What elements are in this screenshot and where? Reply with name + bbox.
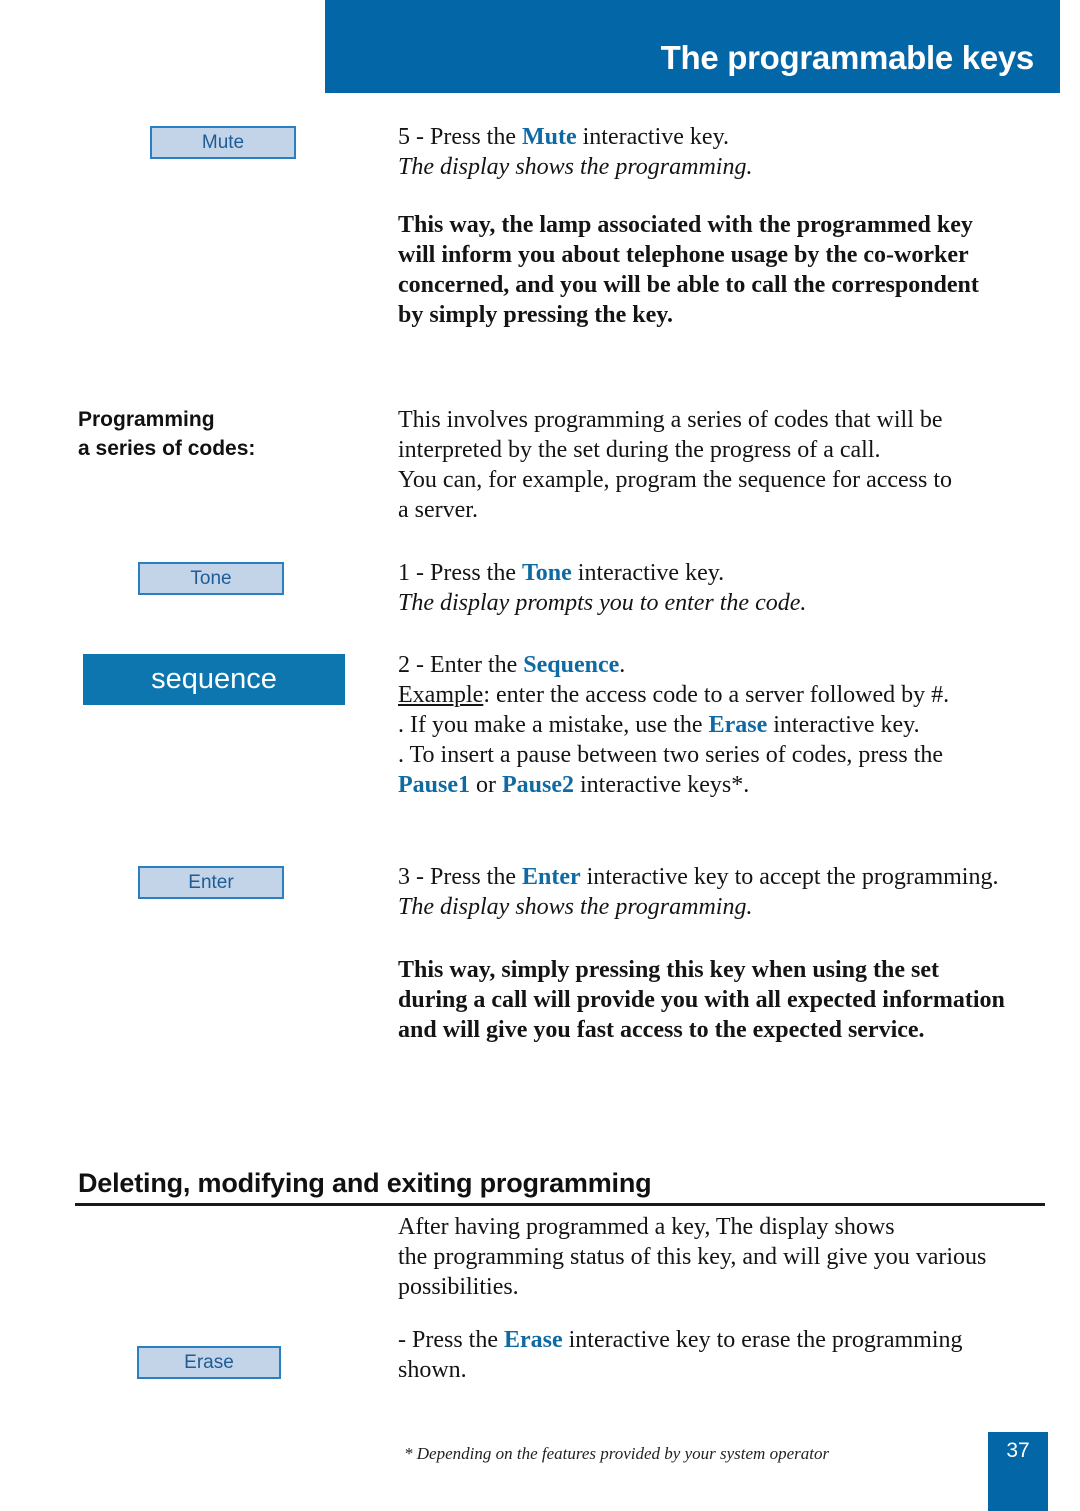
header-band: The programmable keys	[325, 0, 1060, 93]
thisway-2-line-1: This way, simply pressing this key when …	[398, 957, 940, 983]
programming-section-label: Programming a series of codes:	[78, 405, 255, 463]
step-2-block: 2 - Enter the Sequence. Example: enter t…	[398, 650, 1053, 800]
step-2-pause2-key-name: Pause2	[502, 772, 574, 798]
step-5-block: 5 - Press the Mute interactive key. The …	[398, 122, 1053, 182]
step-1-block: 1 - Press the Tone interactive key. The …	[398, 558, 1053, 618]
step-2-mistake-post: interactive key.	[767, 712, 920, 738]
erase-step-block: - Press the Erase interactive key to era…	[398, 1325, 1053, 1385]
step-3-line-1: 3 - Press the Enter interactive key to a…	[398, 862, 1053, 892]
step-2-mistake-pre: . If you make a mistake, use the	[398, 712, 709, 738]
step-2-pause-conjunction: or	[470, 772, 502, 798]
erase-step-text-pre: - Press the	[398, 1327, 504, 1353]
step-1-text-pre: 1 - Press the	[398, 560, 522, 586]
sequence-display-box: sequence	[77, 654, 345, 705]
step-5-display-note: The display shows the programming.	[398, 154, 753, 180]
intro-block: This involves programming a series of co…	[398, 405, 1053, 525]
step-2-line-1: 2 - Enter the Sequence.	[398, 650, 1053, 680]
step-3-text-post: interactive key to accept the programmin…	[580, 864, 999, 890]
erase-step-key-name: Erase	[503, 1327, 563, 1353]
step-3-text-pre: 3 - Press the	[398, 864, 522, 890]
thisway-2-line-3: and will give you fast access to the exp…	[398, 1017, 925, 1043]
thisway-1-line-2: will inform you about telephone usage by…	[398, 242, 969, 268]
step-5-key-name: Mute	[521, 124, 577, 150]
intro-line-3: You can, for example, program the sequen…	[398, 467, 953, 493]
erase-step-line-1: - Press the Erase interactive key to era…	[398, 1325, 1053, 1355]
step-2-key-name: Sequence	[523, 652, 620, 678]
page-title: The programmable keys	[660, 39, 1035, 76]
step-2-line-3: . If you make a mistake, use the Erase i…	[398, 710, 1053, 740]
thisway-1-line-1: This way, the lamp associated with the p…	[398, 212, 973, 238]
after-line-3: possibilities.	[398, 1274, 519, 1300]
step-2-text-post: .	[619, 652, 626, 678]
step-2-erase-key-name: Erase	[708, 712, 768, 738]
section-divider	[75, 1203, 1045, 1206]
programming-label-line-1: Programming	[78, 408, 215, 431]
deleting-section-heading: Deleting, modifying and exiting programm…	[78, 1168, 652, 1198]
step-1-key-name: Tone	[521, 560, 572, 586]
intro-line-1: This involves programming a series of co…	[398, 407, 943, 433]
thisway-note-1: This way, the lamp associated with the p…	[398, 210, 1053, 330]
enter-key-button[interactable]: Enter	[138, 866, 284, 899]
after-programming-block: After having programmed a key, The displ…	[398, 1212, 1053, 1302]
intro-line-4: a server.	[398, 497, 478, 523]
intro-line-2: interpreted by the set during the progre…	[398, 437, 881, 463]
after-line-2: the programming status of this key, and …	[398, 1244, 987, 1270]
erase-step-text-post: interactive key to erase the programming	[562, 1327, 963, 1353]
step-3-key-name: Enter	[521, 864, 581, 890]
step-2-line-4: . To insert a pause between two series o…	[398, 742, 944, 768]
step-5-text-pre: 5 - Press the	[398, 124, 522, 150]
programming-label-line-2: a series of codes:	[78, 437, 256, 460]
step-2-text-pre: 2 - Enter the	[398, 652, 524, 678]
step-2-example-text: : enter the access code to a server foll…	[483, 682, 950, 708]
step-2-line-2: Example: enter the access code to a serv…	[398, 680, 1053, 710]
step-5-line-1: 5 - Press the Mute interactive key.	[398, 122, 1053, 152]
thisway-note-2: This way, simply pressing this key when …	[398, 955, 1053, 1045]
after-line-1: After having programmed a key, The displ…	[398, 1214, 895, 1240]
thisway-1-line-4: by simply pressing the key.	[398, 302, 673, 328]
tone-key-button[interactable]: Tone	[138, 562, 284, 595]
erase-step-line-2: shown.	[398, 1357, 467, 1383]
footnote: * Depending on the features provided by …	[404, 1444, 830, 1463]
step-1-text-post: interactive key.	[571, 560, 725, 586]
erase-key-button[interactable]: Erase	[137, 1346, 281, 1379]
step-2-pause-post: interactive keys*.	[574, 772, 750, 798]
step-3-block: 3 - Press the Enter interactive key to a…	[398, 862, 1053, 922]
step-1-display-note: The display prompts you to enter the cod…	[398, 590, 807, 616]
step-2-example-label: Example	[398, 682, 484, 708]
page-number-badge: 37	[988, 1432, 1048, 1511]
step-1-line-1: 1 - Press the Tone interactive key.	[398, 558, 1053, 588]
step-5-text-post: interactive key.	[576, 124, 730, 150]
step-3-display-note: The display shows the programming.	[398, 894, 753, 920]
step-2-line-5: Pause1 or Pause2 interactive keys*.	[398, 770, 1053, 800]
thisway-1-line-3: concerned, and you will be able to call …	[398, 272, 979, 298]
mute-key-button[interactable]: Mute	[150, 126, 296, 159]
step-2-pause1-key-name: Pause1	[398, 772, 470, 798]
thisway-2-line-2: during a call will provide you with all …	[398, 987, 1005, 1013]
